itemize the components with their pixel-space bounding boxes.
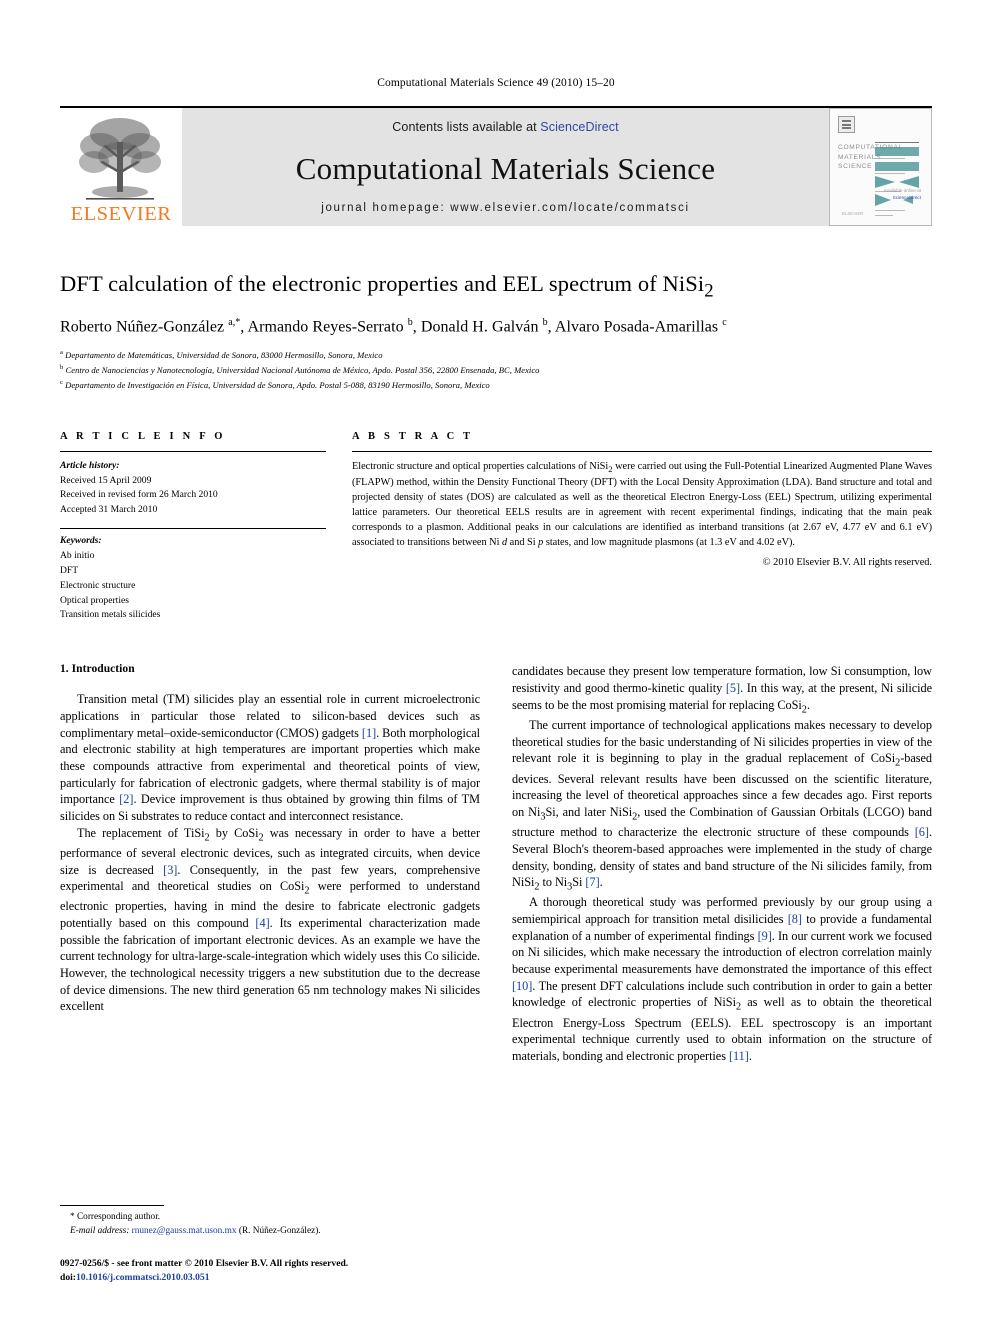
affiliation-list: a Departamento de Matemáticas, Universid… bbox=[60, 348, 932, 392]
journal-title: Computational Materials Science bbox=[295, 150, 716, 186]
affiliation-marker: c bbox=[60, 378, 63, 386]
article-history-label: Article history: bbox=[60, 459, 120, 471]
citation-link[interactable]: [10] bbox=[512, 979, 532, 993]
paper-title: DFT calculation of the electronic proper… bbox=[60, 270, 932, 303]
affiliation-item: b Centro de Nanociencias y Nanotecnologí… bbox=[60, 364, 540, 375]
article-history-item: Received 15 April 2009 bbox=[60, 474, 152, 486]
keyword-item: Transition metals silicides bbox=[60, 609, 161, 621]
author-affil-marker: a,* bbox=[228, 317, 241, 328]
affiliation-item: c Departamento de Investigación en Físic… bbox=[60, 378, 490, 390]
author-affil-marker: b bbox=[542, 317, 548, 328]
issn-block: 0927-0256/$ - see front matter © 2010 El… bbox=[60, 1257, 480, 1285]
contents-available-line: Contents lists available at ScienceDirec… bbox=[392, 120, 618, 134]
author-affil-marker: b bbox=[407, 317, 413, 328]
elsevier-logo: ELSEVIER bbox=[60, 108, 182, 226]
masthead-center: Contents lists available at ScienceDirec… bbox=[182, 108, 829, 226]
body-paragraph: Transition metal (TM) silicides play an … bbox=[60, 692, 480, 823]
keywords-rule bbox=[60, 528, 326, 530]
body-column-left: 1. Introduction Transition metal (TM) si… bbox=[60, 663, 480, 1064]
abstract-heading: A B S T R A C T bbox=[352, 430, 474, 442]
body-paragraph: The replacement of TiSi2 by CoSi2 was ne… bbox=[60, 825, 480, 1014]
citation-link[interactable]: [2] bbox=[119, 792, 133, 806]
article-history-item: Received in revised form 26 March 2010 bbox=[60, 489, 218, 501]
affiliation-item: a Departamento de Matemáticas, Universid… bbox=[60, 349, 383, 361]
keywords-label: Keywords: bbox=[60, 535, 102, 547]
email-link[interactable]: rnunez@gauss.mat.uson.mx bbox=[132, 1226, 237, 1236]
citation-link[interactable]: [8] bbox=[788, 912, 802, 926]
citation-link[interactable]: [11] bbox=[729, 1049, 749, 1063]
citation-link[interactable]: [9] bbox=[758, 929, 772, 943]
body-column-right: candidates because they present low temp… bbox=[512, 663, 932, 1064]
corresponding-author-note: * Corresponding author. bbox=[70, 1212, 161, 1223]
doi-line: doi:10.1016/j.commatsci.2010.03.051 bbox=[60, 1271, 480, 1285]
body-paragraph: The current importance of technological … bbox=[512, 717, 932, 893]
abstract-rule bbox=[352, 450, 932, 452]
citation-link[interactable]: [7] bbox=[585, 875, 599, 889]
abstract-column: A B S T R A C T Electronic structure and… bbox=[352, 431, 932, 624]
cover-footer-link: ScienceDirect bbox=[892, 195, 921, 201]
contents-prefix: Contents lists available at bbox=[392, 120, 541, 134]
info-abstract-region: A R T I C L E I N F O Article history: R… bbox=[60, 431, 932, 624]
section-title-introduction: 1. Introduction bbox=[60, 663, 135, 676]
abstract-text: Electronic structure and optical propert… bbox=[352, 460, 932, 549]
citation-link[interactable]: [4] bbox=[255, 916, 269, 930]
article-info-column: A R T I C L E I N F O Article history: R… bbox=[60, 431, 326, 624]
journal-cover-thumbnail[interactable]: COMPUTATIONAL MATERIALS SCIENCE Availabl… bbox=[829, 108, 932, 226]
footnote-zone: * Corresponding author. E-mail address: … bbox=[60, 1205, 480, 1285]
title-block: DFT calculation of the electronic proper… bbox=[60, 270, 932, 393]
journal-article-page: Computational Materials Science 49 (2010… bbox=[0, 0, 992, 1323]
article-history-item: Accepted 31 March 2010 bbox=[60, 504, 158, 516]
running-head: Computational Materials Science 49 (2010… bbox=[377, 77, 615, 89]
footnote-rule bbox=[60, 1205, 164, 1207]
citation-link[interactable]: [1] bbox=[362, 726, 376, 740]
author-affil-marker: c bbox=[722, 317, 727, 328]
body-paragraph: candidates because they present low temp… bbox=[512, 664, 932, 716]
keyword-item: DFT bbox=[60, 564, 79, 576]
article-body: 1. Introduction Transition metal (TM) si… bbox=[60, 663, 932, 1064]
email-note: E-mail address: rnunez@gauss.mat.uson.mx… bbox=[70, 1225, 480, 1239]
issn-line: 0927-0256/$ - see front matter © 2010 El… bbox=[60, 1258, 349, 1270]
email-label: E-mail address: bbox=[70, 1226, 130, 1237]
cover-footer: Available online at ScienceDirect bbox=[884, 188, 921, 202]
affiliation-marker: b bbox=[60, 364, 64, 372]
doi-link[interactable]: 10.1016/j.commatsci.2010.03.051 bbox=[76, 1272, 210, 1283]
cover-footer-prefix: Available online at bbox=[883, 188, 921, 194]
cover-artwork bbox=[875, 142, 919, 216]
email-owner: (R. Núñez-González). bbox=[238, 1226, 321, 1237]
keyword-item: Ab initio bbox=[60, 549, 95, 561]
journal-masthead: ELSEVIER Contents lists available at Sci… bbox=[60, 106, 932, 226]
elsevier-tree-icon bbox=[79, 118, 161, 200]
article-info-heading: A R T I C L E I N F O bbox=[60, 430, 226, 442]
article-info-rule bbox=[60, 450, 326, 452]
paper-title-main: DFT calculation of the electronic proper… bbox=[60, 271, 705, 296]
citation-link[interactable]: [5] bbox=[726, 681, 740, 695]
keyword-item: Optical properties bbox=[60, 594, 129, 606]
cover-publisher: ELSEVIER bbox=[842, 211, 864, 216]
cover-inner: COMPUTATIONAL MATERIALS SCIENCE Availabl… bbox=[838, 116, 923, 218]
sciencedirect-link[interactable]: ScienceDirect bbox=[540, 120, 618, 134]
keyword-item: Electronic structure bbox=[60, 579, 136, 591]
citation-link[interactable]: [3] bbox=[163, 863, 177, 877]
cover-badge-icon bbox=[838, 116, 855, 133]
paper-title-subscript: 2 bbox=[704, 280, 714, 302]
body-paragraph: A thorough theoretical study was perform… bbox=[512, 895, 933, 1064]
author-list: Roberto Núñez-González a,*, Armando Reye… bbox=[60, 317, 727, 336]
citation-link[interactable]: [6] bbox=[915, 825, 929, 839]
journal-homepage[interactable]: journal homepage: www.elsevier.com/locat… bbox=[321, 202, 690, 214]
affiliation-marker: a bbox=[60, 349, 63, 357]
abstract-copyright: © 2010 Elsevier B.V. All rights reserved… bbox=[762, 557, 932, 569]
doi-label: doi: bbox=[60, 1272, 76, 1284]
elsevier-wordmark: ELSEVIER bbox=[70, 202, 172, 225]
